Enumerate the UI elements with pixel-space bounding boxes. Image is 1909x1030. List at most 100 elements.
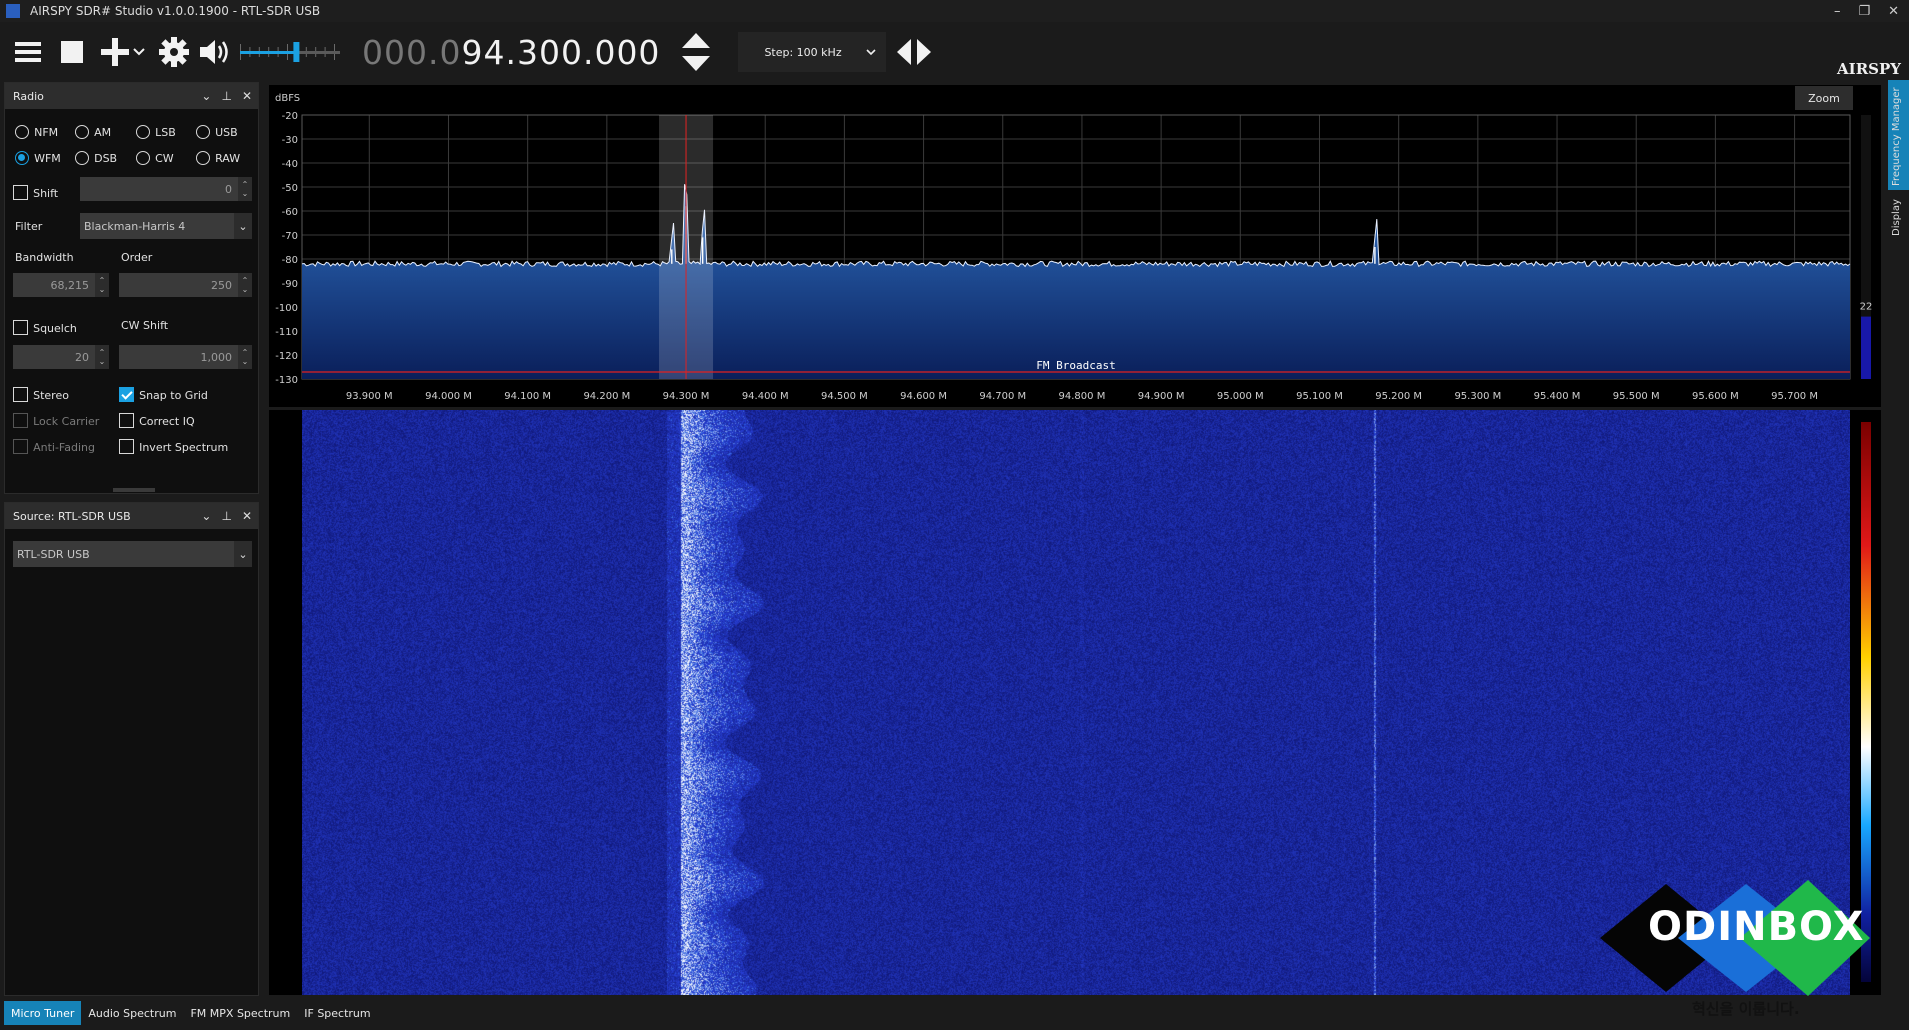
spectrum-plot[interactable]: -20 -30 -40 -50 -60 -70 -80 -90 -100 -110 -120 -130… — [269, 85, 1881, 407]
mode-dsb-radio[interactable] — [75, 150, 89, 165]
freq-tick-label: 95.300 M — [1454, 391, 1501, 402]
frequency-digits[interactable]: 94.300.000 — [461, 33, 660, 72]
minimize-button[interactable]: – — [1834, 4, 1841, 19]
squelch-checkbox-row[interactable]: Squelch — [13, 317, 77, 336]
mode-usb-radio[interactable] — [196, 124, 210, 139]
bandwidth-spinner[interactable]: ⌃ ⌄ — [95, 273, 109, 297]
snap-to-grid-row[interactable]: Snap to Grid — [119, 384, 208, 403]
add-button[interactable] — [98, 32, 132, 72]
add-dropdown-button[interactable] — [132, 32, 146, 72]
invert-spectrum-checkbox[interactable] — [119, 439, 134, 454]
watermark-subtext: 혁신을 이룹니다. — [1692, 1000, 1800, 1018]
tune-updown-button[interactable] — [680, 32, 712, 72]
freq-tick-label: 94.900 M — [1138, 391, 1185, 402]
close-button[interactable]: ✕ — [1888, 4, 1899, 19]
mode-am[interactable]: AM — [75, 121, 111, 140]
freq-tick-label: 95.200 M — [1375, 391, 1422, 402]
stereo-row[interactable]: Stereo — [13, 384, 69, 403]
collapse-chevron-icon[interactable]: ⌄ — [201, 509, 211, 523]
toolbar: 000.094.300.000 Step: 100 kHz AIRSPY — [0, 22, 1909, 82]
tab-micro-tuner[interactable]: Micro Tuner — [4, 1001, 82, 1025]
db-tick-label: -80 — [282, 255, 298, 266]
shift-checkbox[interactable] — [13, 185, 28, 200]
squelch-spinner[interactable]: ⌃ ⌄ — [95, 345, 109, 369]
left-right-arrows-button[interactable] — [894, 32, 934, 72]
order-spinner[interactable]: ⌃ ⌄ — [238, 273, 252, 297]
volume-slider[interactable] — [240, 32, 340, 72]
mode-cw-label: CW — [155, 152, 174, 165]
spectrum-trace — [301, 184, 1851, 268]
mode-raw-radio[interactable] — [196, 150, 210, 165]
shift-checkbox-row[interactable]: Shift — [13, 182, 58, 201]
shift-input[interactable]: 0 ⌃ ⌄ — [80, 177, 252, 201]
menu-button[interactable] — [10, 32, 46, 72]
zoom-button[interactable]: Zoom — [1795, 86, 1853, 110]
shift-spinner[interactable]: ⌃ ⌄ — [238, 177, 252, 201]
chevron-down-icon — [133, 48, 145, 56]
tab-display[interactable]: Display — [1888, 196, 1909, 276]
invert-spectrum-row[interactable]: Invert Spectrum — [119, 436, 228, 455]
cw-shift-spinner[interactable]: ⌃ ⌄ — [238, 345, 252, 369]
tab-fm-mpx-spectrum[interactable]: FM MPX Spectrum — [183, 1001, 297, 1025]
correct-iq-checkbox[interactable] — [119, 413, 134, 428]
panel-resize-handle[interactable] — [113, 488, 155, 492]
mode-dsb[interactable]: DSB — [75, 147, 117, 166]
db-tick-label: -30 — [282, 135, 298, 146]
spectrum-analyzer[interactable]: -20 -30 -40 -50 -60 -70 -80 -90 -100 -110 -120 -130… — [269, 85, 1881, 407]
mode-cw[interactable]: CW — [136, 147, 174, 166]
cw-shift-input[interactable]: 1,000 ⌃ ⌄ — [119, 345, 252, 369]
mode-wfm-label: WFM — [34, 152, 61, 165]
chevron-down-icon[interactable]: ⌄ — [234, 541, 252, 567]
snap-to-grid-checkbox[interactable] — [119, 387, 134, 402]
mode-wfm[interactable]: WFM — [15, 147, 61, 166]
volume-button[interactable] — [196, 32, 236, 72]
mode-nfm[interactable]: NFM — [15, 121, 58, 140]
tab-if-spectrum[interactable]: IF Spectrum — [297, 1001, 377, 1025]
snap-to-grid-label: Snap to Grid — [139, 389, 208, 402]
frequency-display[interactable]: 000.094.300.000 — [362, 33, 660, 72]
close-icon[interactable]: ✕ — [242, 509, 252, 523]
tab-frequency-manager[interactable]: Frequency Manager — [1888, 80, 1909, 190]
mode-raw[interactable]: RAW — [196, 147, 240, 166]
freq-tick-label: 94.000 M — [425, 391, 472, 402]
pin-icon[interactable]: ⊥ — [221, 509, 231, 523]
stop-button[interactable] — [54, 32, 90, 72]
mode-cw-radio[interactable] — [136, 150, 150, 165]
mode-nfm-radio[interactable] — [15, 124, 29, 139]
close-icon[interactable]: ✕ — [242, 89, 252, 103]
db-tick-label: -100 — [275, 303, 298, 314]
mode-am-radio[interactable] — [75, 124, 89, 139]
chevron-down-icon[interactable]: ⌄ — [234, 213, 252, 239]
gear-icon — [159, 37, 189, 67]
mode-wfm-radio[interactable] — [15, 150, 29, 165]
cw-shift-value: 1,000 — [200, 350, 233, 364]
bandwidth-input[interactable]: 68,215 ⌃ ⌄ — [13, 273, 109, 297]
step-select[interactable]: Step: 100 kHz — [738, 32, 887, 72]
pin-icon[interactable]: ⊥ — [221, 89, 231, 103]
restore-button[interactable]: ❐ — [1858, 4, 1870, 19]
mode-lsb-radio[interactable] — [136, 124, 150, 139]
mode-usb[interactable]: USB — [196, 121, 238, 140]
filter-select[interactable]: Blackman-Harris 4 ⌄ — [80, 213, 252, 239]
squelch-checkbox[interactable] — [13, 320, 28, 335]
frequency-leading-digits[interactable]: 000.0 — [362, 33, 461, 72]
collapse-chevron-icon[interactable]: ⌄ — [201, 89, 211, 103]
tab-audio-spectrum[interactable]: Audio Spectrum — [81, 1001, 183, 1025]
stereo-checkbox[interactable] — [13, 387, 28, 402]
anti-fading-row: Anti-Fading — [13, 436, 95, 455]
squelch-input[interactable]: 20 ⌃ ⌄ — [13, 345, 109, 369]
correct-iq-row[interactable]: Correct IQ — [119, 410, 195, 429]
mode-lsb[interactable]: LSB — [136, 121, 176, 140]
lock-carrier-row: Lock Carrier — [13, 410, 99, 429]
db-unit-label: dBFS — [275, 93, 300, 104]
title-bar: AIRSPY SDR# Studio v1.0.0.1900 - RTL-SDR… — [0, 0, 1909, 22]
source-panel: Source: RTL-SDR USB ⌄ ⊥ ✕ RTL-SDR USB ⌄ — [4, 502, 259, 996]
settings-button[interactable] — [156, 32, 192, 72]
source-device-select[interactable]: RTL-SDR USB ⌄ — [13, 541, 252, 567]
freq-tick-label: 95.600 M — [1692, 391, 1739, 402]
db-tick-label: -20 — [282, 111, 298, 122]
order-input[interactable]: 250 ⌃ ⌄ — [119, 273, 252, 297]
bottom-tabs: Micro Tuner Audio Spectrum FM MPX Spectr… — [4, 1001, 378, 1025]
db-tick-label: -60 — [282, 207, 298, 218]
tab-frequency-manager-label: Frequency Manager — [1891, 87, 1902, 186]
